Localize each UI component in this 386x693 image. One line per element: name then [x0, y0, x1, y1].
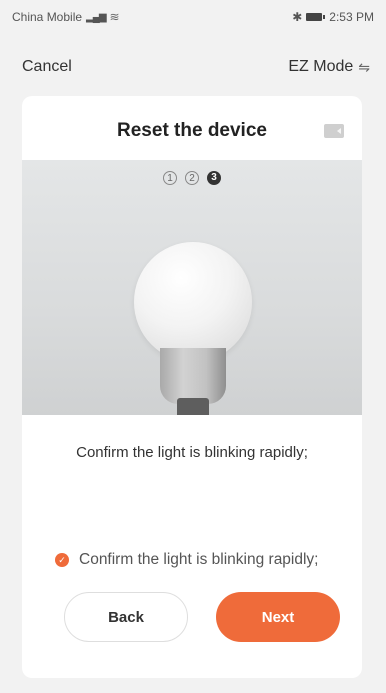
status-time: 2:53 PM [329, 10, 374, 24]
step-3: 3 [207, 171, 221, 185]
cancel-button[interactable]: Cancel [22, 58, 72, 76]
next-button[interactable]: Next [216, 592, 340, 642]
device-image: 1 2 3 [22, 160, 362, 415]
signal-icon: ▂▄▆ [86, 11, 106, 23]
video-icon[interactable] [324, 124, 344, 138]
step-indicator: 1 2 3 [22, 171, 362, 185]
ez-mode-switch[interactable]: EZ Mode ⇋ [288, 58, 370, 76]
status-right: ✱ 2:53 PM [292, 10, 374, 24]
reset-card: Reset the device 1 2 3 Confirm the light… [22, 96, 362, 678]
bulb-glass [134, 242, 252, 362]
ez-mode-label: EZ Mode [288, 58, 354, 75]
status-bar: China Mobile ▂▄▆ ≋ ✱ 2:53 PM [0, 0, 386, 34]
carrier-label: China Mobile [12, 10, 83, 24]
nav-header: Cancel EZ Mode ⇋ [0, 50, 386, 84]
confirm-label: Confirm the light is blinking rapidly; [79, 551, 319, 568]
swap-icon: ⇋ [358, 58, 370, 75]
battery-icon [306, 13, 326, 21]
bulb-cap [177, 398, 209, 415]
wifi-icon: ≋ [109, 10, 120, 24]
check-icon: ✓ [55, 553, 69, 567]
instruction-text: Confirm the light is blinking rapidly; [76, 444, 308, 461]
back-button[interactable]: Back [64, 592, 188, 642]
status-left: China Mobile ▂▄▆ ≋ [12, 10, 120, 24]
bluetooth-icon: ✱ [292, 10, 303, 24]
step-2: 2 [185, 171, 199, 185]
screen: China Mobile ▂▄▆ ≋ ✱ 2:53 PM Cancel EZ M… [0, 0, 386, 693]
page-title: Reset the device [117, 120, 267, 141]
step-1: 1 [163, 171, 177, 185]
confirm-checkbox[interactable]: ✓ Confirm the light is blinking rapidly; [55, 551, 319, 569]
bulb-base [160, 348, 226, 404]
